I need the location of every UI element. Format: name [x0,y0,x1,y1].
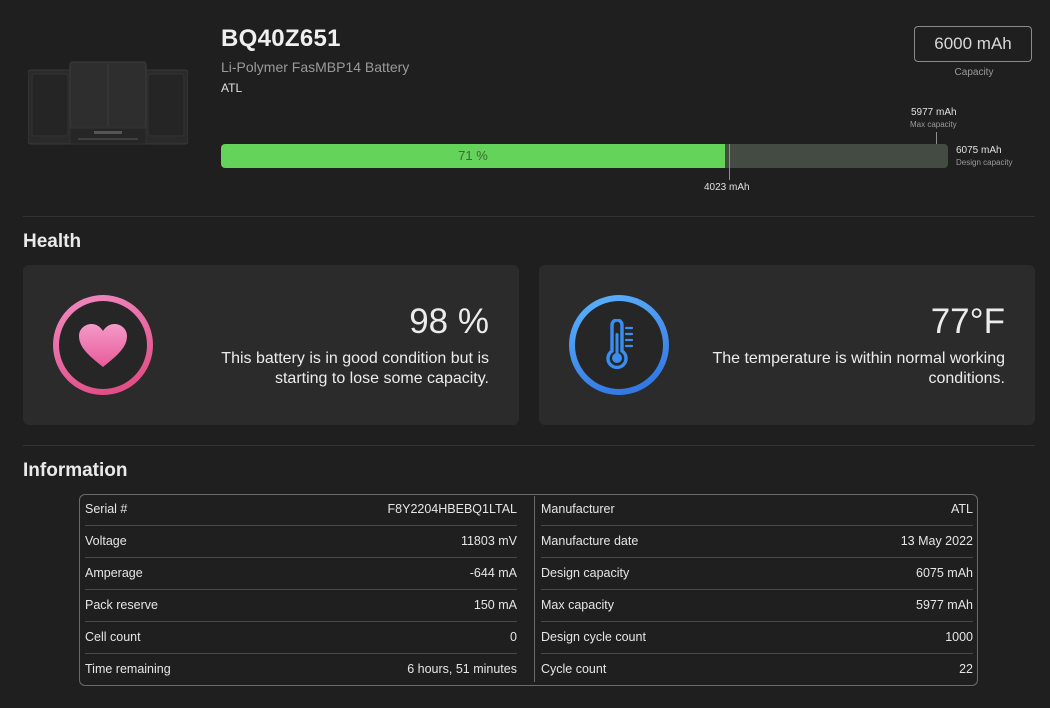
health-section-title: Health [23,231,82,252]
temperature-description-line2: conditions. [928,370,1006,387]
table-row: Amperage -644 mA [85,558,517,590]
info-key: Time remaining [85,662,171,676]
info-key: Design cycle count [541,630,646,644]
info-key: Cell count [85,630,141,644]
battery-subtitle: Li-Polymer FasMBP14 Battery [221,59,410,75]
design-capacity-label: Design capacity [956,158,1013,167]
info-value: 11803 mV [460,534,517,548]
info-key: Serial # [85,502,128,516]
table-row: Max capacity 5977 mAh [541,590,973,622]
info-key: Max capacity [541,598,614,612]
battery-health-value: 98 % [409,302,489,341]
info-key: Manufacturer [541,502,615,516]
info-value: 6075 mAh [916,566,973,580]
info-value: 150 mA [473,598,517,612]
section-divider [23,216,1035,217]
table-row: Manufacturer ATL [541,494,973,526]
table-row: Voltage 11803 mV [85,526,517,558]
max-capacity-value: 5977 mAh [911,107,957,118]
table-row: Cycle count 22 [541,654,973,686]
heart-icon [79,324,127,367]
design-capacity-value: 6075 mAh [956,145,1002,156]
table-row: Serial # F8Y2204HBEBQ1LTAL [85,494,517,526]
temperature-card: 77°F The temperature is within normal wo… [539,265,1035,425]
battery-title: BQ40Z651 [221,25,341,52]
current-charge-marker [729,144,730,180]
battery-manufacturer: ATL [221,81,243,95]
table-row: Manufacture date 13 May 2022 [541,526,973,558]
charge-bar-fill: 71 % [221,144,725,168]
info-key: Pack reserve [85,598,158,612]
battery-image [27,60,189,148]
max-capacity-label: Max capacity [910,120,957,129]
battery-health-description-line2: starting to lose some capacity. [274,370,489,387]
battery-health-description-line1: This battery is in good condition but is [221,350,489,367]
info-key: Cycle count [541,662,607,676]
info-value: 22 [959,662,973,676]
information-section-title: Information [23,460,128,481]
table-row: Time remaining 6 hours, 51 minutes [85,654,517,686]
info-value: -644 mA [469,566,517,580]
info-value: 6 hours, 51 minutes [407,662,517,676]
capacity-field[interactable]: 6000 mAh [914,26,1032,62]
info-value: 5977 mAh [916,598,973,612]
battery-health-card: 98 % This battery is in good condition b… [23,265,519,425]
info-value: ATL [951,502,973,516]
table-row: Cell count 0 [85,622,517,654]
table-row: Design cycle count 1000 [541,622,973,654]
info-value: 1000 [945,630,973,644]
info-key: Manufacture date [541,534,639,548]
temperature-description-line1: The temperature is within normal working [712,350,1005,367]
info-key: Voltage [85,534,127,548]
capacity-label: Capacity [954,67,994,78]
thermometer-icon [606,319,634,370]
table-column-divider [534,496,535,682]
info-value: 0 [510,630,517,644]
info-key: Design capacity [541,566,630,580]
current-charge-value: 4023 mAh [704,182,750,193]
info-value: F8Y2204HBEBQ1LTAL [387,502,517,516]
temperature-ring [569,295,669,395]
table-row: Pack reserve 150 mA [85,590,517,622]
section-divider [23,445,1035,446]
info-value: 13 May 2022 [900,534,973,548]
battery-health-ring [53,295,153,395]
table-row: Design capacity 6075 mAh [541,558,973,590]
charge-bar: 71 % [221,144,948,168]
info-key: Amperage [85,566,143,580]
temperature-value: 77°F [930,302,1005,341]
